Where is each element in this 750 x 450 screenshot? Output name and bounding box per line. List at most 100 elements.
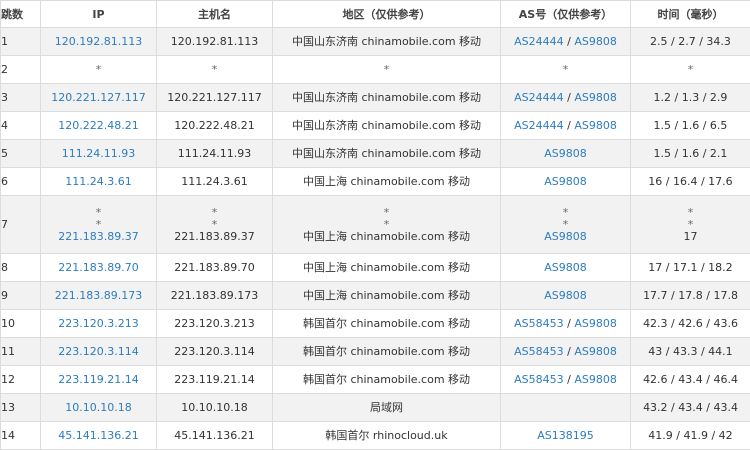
table-row: 4120.222.48.21120.222.48.21中国山东济南 chinam… — [1, 112, 750, 140]
hop-number: 14 — [1, 422, 41, 450]
hostname-text: 120.221.127.117 — [157, 92, 272, 104]
as-link[interactable]: AS9808 — [574, 119, 617, 132]
hostname-cell: 111.24.11.93 — [157, 140, 273, 168]
table-row: 3120.221.127.117120.221.127.117中国山东济南 ch… — [1, 84, 750, 112]
hop-number: 2 — [1, 56, 41, 84]
time-cell: 43.2 / 43.4 / 43.4 — [631, 394, 750, 422]
table-row: 1445.141.136.2145.141.136.21韩国首尔 rhinocl… — [1, 422, 750, 450]
as-link[interactable]: AS9808 — [544, 289, 587, 302]
ip-link[interactable]: 111.24.3.61 — [41, 176, 156, 188]
ip-link[interactable]: 120.222.48.21 — [41, 120, 156, 132]
time-cell: **17 — [631, 196, 750, 254]
latency-text: 1.2 / 1.3 / 2.9 — [631, 92, 750, 104]
ip-cell: 120.222.48.21 — [41, 112, 157, 140]
as-link[interactable]: AS9808 — [544, 230, 587, 243]
location-cell: 韩国首尔 chinamobile.com 移动 — [273, 366, 501, 394]
hostname-cell: 223.120.3.213 — [157, 310, 273, 338]
hostname-text: 221.183.89.37 — [157, 231, 272, 243]
as-link[interactable]: AS9808 — [574, 91, 617, 104]
ip-link[interactable]: 221.183.89.70 — [41, 262, 156, 274]
hostname-text: 45.141.136.21 — [157, 430, 272, 442]
column-header-as: AS号（仅供参考） — [501, 1, 631, 28]
ip-link[interactable]: 221.183.89.173 — [41, 290, 156, 302]
time-cell: 42.6 / 43.4 / 46.4 — [631, 366, 750, 394]
as-cell: AS58453 / AS9808 — [501, 310, 631, 338]
ip-link[interactable]: 45.141.136.21 — [41, 430, 156, 442]
ip-link[interactable]: 120.221.127.117 — [41, 92, 156, 104]
location-text: 韩国首尔 chinamobile.com 移动 — [273, 346, 500, 358]
as-link[interactable]: AS9808 — [544, 261, 587, 274]
hostname-text: * — [157, 64, 272, 76]
location-cell: 韩国首尔 chinamobile.com 移动 — [273, 310, 501, 338]
location-text: 中国山东济南 chinamobile.com 移动 — [273, 148, 500, 160]
as-separator: / — [564, 119, 575, 132]
hostname-text: 120.192.81.113 — [157, 36, 272, 48]
ip-cell: 10.10.10.18 — [41, 394, 157, 422]
hop-number: 7 — [1, 196, 41, 254]
location-cell: 韩国首尔 rhinocloud.uk — [273, 422, 501, 450]
time-cell: 43 / 43.3 / 44.1 — [631, 338, 750, 366]
as-separator: / — [564, 373, 575, 386]
as-link[interactable]: AS24444 — [514, 35, 564, 48]
as-line: AS9808 — [501, 148, 630, 160]
table-row: 12223.119.21.14223.119.21.14韩国首尔 chinamo… — [1, 366, 750, 394]
ip-link[interactable]: 120.192.81.113 — [41, 36, 156, 48]
ip-cell: 223.119.21.14 — [41, 366, 157, 394]
as-link[interactable]: AS58453 — [514, 345, 564, 358]
as-link[interactable]: AS9808 — [574, 317, 617, 330]
as-link[interactable]: AS58453 — [514, 373, 564, 386]
as-link[interactable]: AS138195 — [537, 429, 594, 442]
hostname-text: 111.24.3.61 — [157, 176, 272, 188]
ip-link[interactable]: 223.120.3.213 — [41, 318, 156, 330]
as-link[interactable]: AS9808 — [544, 147, 587, 160]
location-text: * — [273, 64, 500, 76]
location-text: 中国山东济南 chinamobile.com 移动 — [273, 92, 500, 104]
table-row: 5111.24.11.93111.24.11.93中国山东济南 chinamob… — [1, 140, 750, 168]
time-cell: 1.2 / 1.3 / 2.9 — [631, 84, 750, 112]
ip-link[interactable]: 221.183.89.37 — [41, 231, 156, 243]
time-cell: 17 / 17.1 / 18.2 — [631, 254, 750, 282]
ip-cell: 45.141.136.21 — [41, 422, 157, 450]
latency-text: * — [631, 219, 750, 231]
location-cell: 韩国首尔 chinamobile.com 移动 — [273, 338, 501, 366]
hop-number: 12 — [1, 366, 41, 394]
latency-text: 16 / 16.4 / 17.6 — [631, 176, 750, 188]
table-row: 10223.120.3.213223.120.3.213韩国首尔 chinamo… — [1, 310, 750, 338]
as-link[interactable]: AS9808 — [544, 175, 587, 188]
as-link[interactable]: AS9808 — [574, 35, 617, 48]
as-link[interactable]: AS9808 — [574, 373, 617, 386]
ip-link[interactable]: 111.24.11.93 — [41, 148, 156, 160]
ip-link[interactable]: 223.120.3.114 — [41, 346, 156, 358]
hostname-cell: * — [157, 56, 273, 84]
time-cell: 42.3 / 42.6 / 43.6 — [631, 310, 750, 338]
ip-cell: 111.24.3.61 — [41, 168, 157, 196]
as-link[interactable]: AS9808 — [574, 345, 617, 358]
location-text: 中国山东济南 chinamobile.com 移动 — [273, 120, 500, 132]
table-row: 6111.24.3.61111.24.3.61中国上海 chinamobile.… — [1, 168, 750, 196]
column-header-location: 地区（仅供参考） — [273, 1, 501, 28]
traceroute-rows: 1120.192.81.113120.192.81.113中国山东济南 chin… — [1, 28, 750, 450]
as-timeout: * — [563, 63, 569, 76]
hop-number: 9 — [1, 282, 41, 310]
as-link[interactable]: AS24444 — [514, 119, 564, 132]
as-cell: * — [501, 56, 631, 84]
hop-number: 11 — [1, 338, 41, 366]
as-link[interactable]: AS24444 — [514, 91, 564, 104]
hop-number: 8 — [1, 254, 41, 282]
hostname-cell: 221.183.89.173 — [157, 282, 273, 310]
as-cell: AS58453 / AS9808 — [501, 338, 631, 366]
ip-cell: **221.183.89.37 — [41, 196, 157, 254]
ip-link[interactable]: 10.10.10.18 — [41, 402, 156, 414]
hop-number: 1 — [1, 28, 41, 56]
table-row: 11223.120.3.114223.120.3.114韩国首尔 chinamo… — [1, 338, 750, 366]
hostname-cell: 223.119.21.14 — [157, 366, 273, 394]
as-line: AS9808 — [501, 231, 630, 243]
ip-link[interactable]: 223.119.21.14 — [41, 374, 156, 386]
ip-cell: * — [41, 56, 157, 84]
traceroute-table: 跳数 IP 主机名 地区（仅供参考） AS号（仅供参考） 时间（毫秒） 1120… — [0, 0, 750, 450]
as-separator: / — [564, 35, 575, 48]
table-row: 9221.183.89.173221.183.89.173中国上海 chinam… — [1, 282, 750, 310]
as-cell: AS24444 / AS9808 — [501, 112, 631, 140]
table-row: 7**221.183.89.37**221.183.89.37**中国上海 ch… — [1, 196, 750, 254]
as-link[interactable]: AS58453 — [514, 317, 564, 330]
